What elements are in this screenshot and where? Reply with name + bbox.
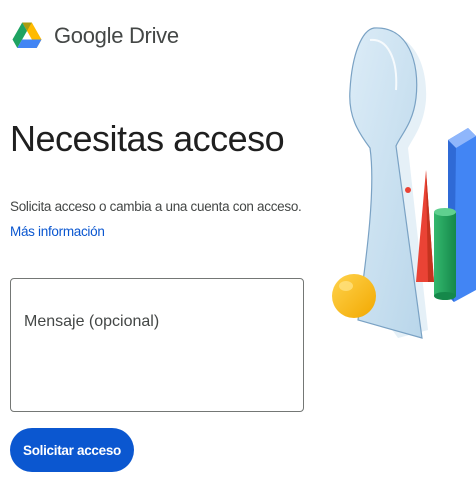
brand-name: Google Drive xyxy=(54,23,179,48)
brand-header: Google Drive xyxy=(12,22,179,50)
access-description: Solicita acceso o cambia a una cuenta co… xyxy=(10,194,310,244)
message-input[interactable] xyxy=(10,278,304,412)
keyhole-illustration-icon xyxy=(332,27,476,339)
access-request-page: Google Drive Necesitas acceso Solicita a… xyxy=(0,0,476,498)
page-title: Necesitas acceso xyxy=(10,118,285,159)
google-drive-logo-icon xyxy=(12,22,42,48)
learn-more-link[interactable]: Más información xyxy=(10,224,105,239)
description-text: Solicita acceso o cambia a una cuenta co… xyxy=(10,199,302,214)
request-access-button[interactable]: Solicitar acceso xyxy=(10,428,134,472)
